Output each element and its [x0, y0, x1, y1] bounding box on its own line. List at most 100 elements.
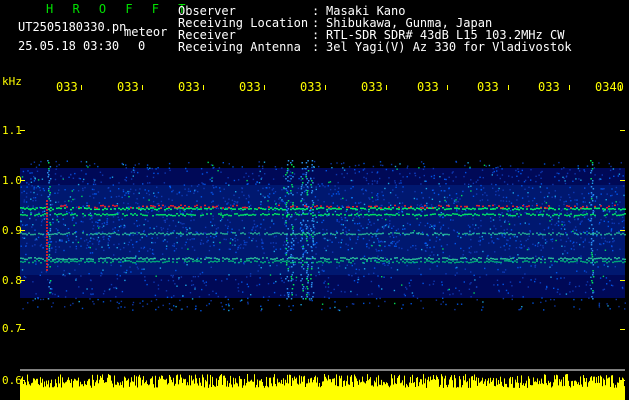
streak-speck: [592, 210, 595, 212]
signal-segment: [104, 257, 106, 260]
noise-speck: [213, 224, 216, 226]
noise-speck: [488, 164, 491, 167]
noise-speck: [501, 212, 503, 214]
signal-segment: [380, 260, 382, 262]
noise-speck: [387, 226, 390, 228]
noise-speck: [342, 228, 344, 231]
noise-speck: [470, 282, 472, 284]
amplitude-bar: [429, 381, 430, 400]
signal-segment: [258, 232, 260, 234]
noise-speck: [586, 230, 588, 233]
noise-speck: [161, 229, 163, 231]
signal-segment: [166, 207, 168, 210]
noise-speck: [21, 269, 24, 271]
noise-speck: [178, 278, 180, 280]
noise-speck: [279, 273, 282, 275]
noise-speck: [257, 270, 259, 272]
noise-speck: [416, 204, 419, 206]
noise-speck: [308, 298, 311, 300]
signal-segment: [34, 214, 36, 217]
noise-speck: [35, 219, 37, 221]
streak-speck: [591, 200, 594, 202]
noise-speck: [338, 241, 340, 244]
noise-speck: [164, 239, 166, 241]
frequency-label: 1.1: [2, 124, 22, 137]
time-tick-mark: [264, 85, 265, 90]
noise-speck: [343, 176, 345, 179]
amplitude-bar: [608, 377, 609, 400]
noise-speck: [35, 199, 37, 202]
streak-speck: [301, 162, 303, 164]
noise-speck: [102, 293, 105, 295]
noise-speck: [498, 216, 501, 218]
streak-speck: [302, 286, 305, 288]
signal-segment: [26, 214, 28, 217]
noise-speck: [211, 180, 213, 182]
noise-speck: [493, 284, 495, 286]
noise-speck: [89, 195, 91, 197]
noise-speck: [77, 183, 80, 186]
amplitude-bar: [114, 375, 115, 400]
noise-speck: [572, 180, 574, 182]
streak-speck: [302, 298, 305, 300]
signal-segment: [212, 207, 214, 209]
signal-segment: [206, 207, 208, 210]
signal-segment: [346, 208, 348, 211]
noise-speck: [234, 240, 237, 242]
noise-speck: [345, 230, 347, 233]
noise-speck: [528, 235, 530, 237]
noise-speck: [513, 211, 515, 213]
amplitude-bar: [318, 386, 319, 400]
signal-segment: [576, 260, 578, 262]
carrier-segment: [46, 215, 48, 217]
noise-speck: [392, 234, 394, 236]
signal-segment: [540, 258, 542, 261]
noise-speck: [99, 171, 102, 173]
streak-speck: [300, 274, 302, 276]
noise-speck: [390, 163, 393, 166]
noise-speck: [395, 245, 397, 247]
signal-segment: [388, 208, 390, 210]
noise-speck: [609, 280, 611, 282]
signal-segment: [462, 261, 464, 264]
time-tick-label: 0337: [417, 80, 439, 94]
signal-segment: [290, 208, 292, 211]
signal-segment: [192, 208, 194, 210]
noise-speck: [366, 172, 368, 175]
noise-speck: [465, 209, 467, 212]
noise-speck: [255, 240, 257, 242]
noise-speck: [281, 167, 283, 169]
signal-segment: [310, 213, 312, 215]
noise-speck: [596, 249, 599, 251]
noise-speck: [341, 218, 343, 221]
amplitude-bar: [539, 380, 540, 400]
carrier-segment: [438, 204, 440, 207]
amplitude-bar: [529, 378, 530, 400]
noise-speck: [303, 199, 305, 201]
noise-speck: [291, 215, 293, 218]
signal-segment: [596, 257, 598, 260]
noise-speck: [456, 208, 458, 211]
noise-speck: [495, 228, 497, 230]
noise-speck: [528, 186, 530, 188]
noise-speck: [246, 241, 248, 244]
carrier-segment: [500, 207, 502, 209]
noise-speck: [21, 236, 24, 239]
signal-segment: [518, 232, 520, 234]
noise-speck: [540, 210, 542, 212]
noise-speck: [331, 167, 333, 169]
amplitude-bar: [235, 378, 236, 400]
noise-speck: [274, 166, 277, 168]
amplitude-bar: [538, 384, 539, 400]
noise-speck: [107, 244, 109, 246]
amplitude-bar: [573, 385, 574, 400]
signal-segment: [340, 213, 342, 215]
amplitude-bar: [615, 384, 616, 400]
noise-speck: [181, 223, 183, 225]
streak-speck: [590, 248, 593, 250]
streak-speck: [312, 292, 315, 294]
signal-segment: [424, 208, 426, 211]
signal-segment: [388, 213, 390, 216]
noise-speck: [509, 189, 511, 191]
noise-speck: [227, 219, 229, 221]
